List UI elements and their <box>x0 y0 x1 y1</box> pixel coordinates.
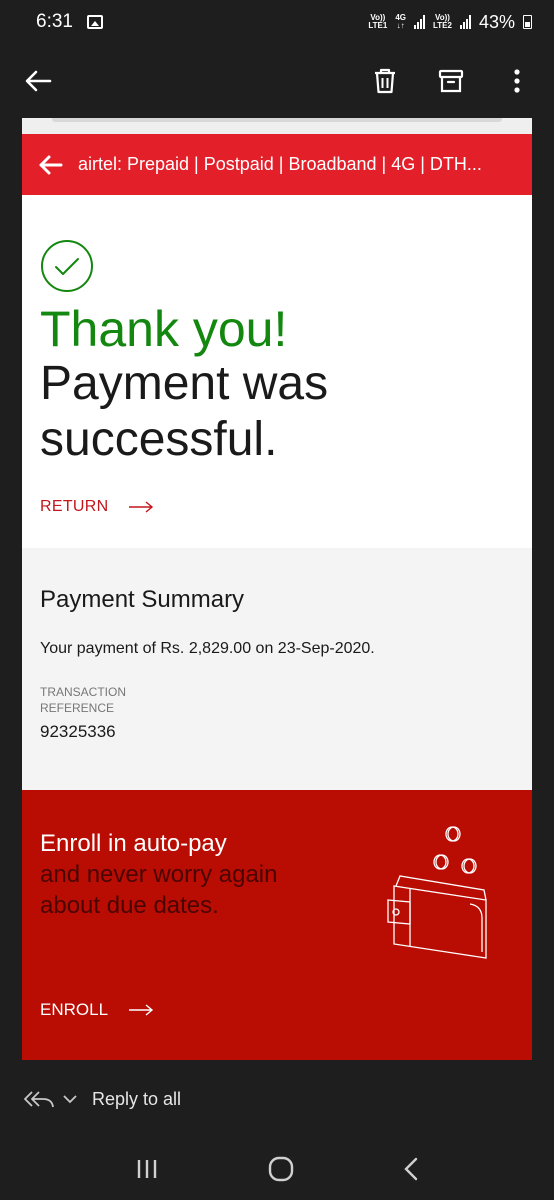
signal-sim2-icon <box>459 15 471 29</box>
app-bar <box>0 44 554 118</box>
return-label: RETURN <box>40 498 109 515</box>
thank-you-section: Thank you! Payment was successful. RETUR… <box>22 195 532 548</box>
status-time: 6:31 <box>36 11 73 32</box>
signal-sim1-icon <box>414 15 425 29</box>
thank-you-title: Thank you! <box>40 301 288 357</box>
sim1-indicator: Vo)) LTE1 <box>368 14 387 30</box>
archive-icon <box>438 69 464 93</box>
status-indicators: Vo)) LTE1 4G ↓↑ Vo)) LTE2 43% <box>368 12 532 33</box>
battery-percent: 43% <box>478 11 515 32</box>
payment-summary-text: Your payment of Rs. 2,829.00 on 23-Sep-2… <box>40 640 375 657</box>
chevron-down-icon <box>63 1095 77 1104</box>
autopay-section: Enroll in auto-pay and never worry again… <box>22 790 532 1060</box>
arrow-right-icon <box>129 1004 154 1016</box>
arrow-right-icon <box>129 501 154 513</box>
network-type-indicator: 4G ↓↑ <box>395 14 406 30</box>
payment-summary-title: Payment Summary <box>40 586 245 613</box>
system-nav-bar <box>0 1138 554 1200</box>
payment-success-line2: successful. <box>40 413 278 466</box>
delete-button[interactable] <box>370 66 400 96</box>
screen: 6:31 Vo)) LTE1 4G ↓↑ Vo)) LTE2 43% airte… <box>0 0 554 1200</box>
header-back-arrow-icon[interactable] <box>36 151 64 179</box>
wallet-coins-icon <box>387 826 487 959</box>
reply-bar[interactable]: Reply to all <box>0 1060 554 1138</box>
header-title: airtel: Prepaid | Postpaid | Broadband |… <box>78 154 482 174</box>
data-arrows-icon: ↓↑ <box>396 21 405 30</box>
reply-to-all-button[interactable]: Reply to all <box>92 1089 181 1110</box>
more-options-button[interactable] <box>502 66 532 96</box>
archive-button[interactable] <box>436 66 466 96</box>
airtel-header: airtel: Prepaid | Postpaid | Broadband |… <box>22 134 532 195</box>
battery-icon <box>523 15 532 29</box>
recent-apps-icon[interactable] <box>135 1158 159 1180</box>
enroll-link[interactable]: ENROLL <box>40 1000 154 1020</box>
embedded-screenshot-strip <box>22 118 532 134</box>
payment-success-line1: Payment was <box>40 357 329 410</box>
status-bar: 6:31 Vo)) LTE1 4G ↓↑ Vo)) LTE2 43% <box>0 0 554 44</box>
email-body[interactable]: airtel: Prepaid | Postpaid | Broadband |… <box>22 118 532 1060</box>
reply-all-icon <box>24 1091 54 1108</box>
payment-summary-section: Payment Summary Your payment of Rs. 2,82… <box>22 548 532 790</box>
sim1-lte-label: LTE1 <box>368 21 388 30</box>
sim2-indicator: Vo)) LTE2 <box>433 14 452 30</box>
home-icon[interactable] <box>268 1156 294 1182</box>
gallery-notification-icon <box>86 15 103 29</box>
back-nav-icon[interactable] <box>403 1157 419 1181</box>
more-vert-icon <box>514 69 520 93</box>
transaction-reference-value: 92325336 <box>40 722 116 741</box>
transaction-reference-label: TRANSACTION REFERENCE <box>40 685 127 715</box>
return-link[interactable]: RETURN <box>40 498 514 516</box>
trash-icon <box>375 68 395 94</box>
sim2-lte-label: LTE2 <box>433 21 452 30</box>
back-arrow-icon[interactable] <box>22 65 54 97</box>
enroll-label: ENROLL <box>40 1000 109 1019</box>
reply-options[interactable] <box>24 1089 78 1109</box>
success-check-icon <box>41 240 93 292</box>
